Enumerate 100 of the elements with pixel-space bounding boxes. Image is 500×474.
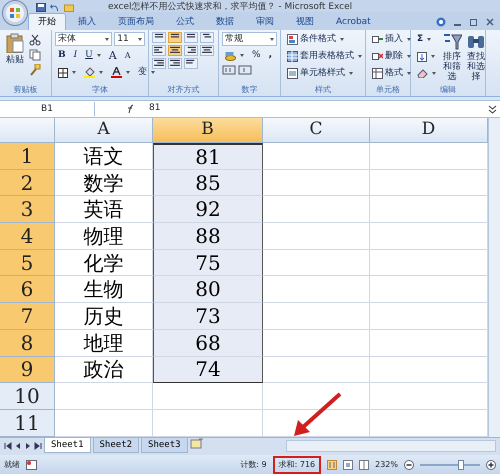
group-label: 剪贴板 <box>12 84 38 96</box>
font-size-field[interactable]: 11 <box>114 32 145 46</box>
style-command[interactable]: 条件格式 <box>284 32 362 47</box>
zoom-level: 232% <box>375 458 398 470</box>
font-name-field[interactable]: 宋体 <box>55 32 112 46</box>
row-header[interactable]: 1 <box>0 143 55 170</box>
zoom-out-icon[interactable] <box>404 460 414 470</box>
column-header[interactable]: B <box>153 118 263 143</box>
sheet-tab[interactable]: Sheet3 <box>141 438 188 453</box>
expand-icon[interactable] <box>488 104 497 114</box>
row-header[interactable]: 8 <box>0 330 55 356</box>
coins-icon <box>225 50 236 60</box>
column-header[interactable]: A <box>55 118 153 143</box>
vertical-scrollbar[interactable] <box>488 118 500 437</box>
increase-indent-icon[interactable] <box>168 58 182 69</box>
undo-icon[interactable] <box>50 3 60 12</box>
underline-button[interactable]: U <box>82 48 104 63</box>
table-cell: 75 <box>153 250 263 276</box>
row-header[interactable]: 2 <box>0 170 55 196</box>
eraser-icon <box>417 69 428 78</box>
letter-a-icon <box>111 67 122 78</box>
align-right-icon[interactable] <box>184 45 198 56</box>
last-sheet-icon[interactable] <box>34 442 42 450</box>
table-cell: 85 <box>153 170 263 196</box>
copy-icon[interactable] <box>29 49 41 61</box>
row-header[interactable]: 3 <box>0 196 55 224</box>
italic-button[interactable]: I <box>70 48 80 63</box>
wrap-text-icon[interactable] <box>184 58 198 69</box>
editing-command[interactable]: 排序和筛选 <box>441 32 463 78</box>
bold-button[interactable]: B <box>55 48 69 63</box>
table-cell: 88 <box>153 223 263 250</box>
paste-button[interactable]: 粘贴 <box>3 32 27 78</box>
row-header[interactable]: 7 <box>0 303 55 330</box>
align-left-icon[interactable] <box>152 45 166 56</box>
table-cell: 80 <box>153 276 263 304</box>
decrease-indent-icon[interactable] <box>152 58 166 69</box>
percent-button[interactable]: % <box>249 48 264 63</box>
grid-icon <box>58 68 68 78</box>
page-layout-icon[interactable] <box>343 460 354 470</box>
grow-font-button[interactable]: A <box>106 48 120 63</box>
macro-record-icon[interactable] <box>26 460 37 470</box>
number-format-field[interactable]: 常规 <box>222 32 277 46</box>
row-header[interactable]: 9 <box>0 356 55 384</box>
align-middle-icon[interactable] <box>168 32 182 43</box>
comma-button[interactable]: , <box>266 48 275 63</box>
insert-sheet-icon[interactable] <box>190 438 204 450</box>
close-icon[interactable] <box>486 18 494 26</box>
row-header[interactable]: 4 <box>0 223 55 250</box>
autosum-button[interactable]: Σ <box>414 32 439 47</box>
slider-thumb[interactable] <box>458 460 464 470</box>
align-center-icon[interactable] <box>168 45 182 56</box>
page-break-icon[interactable] <box>359 460 370 470</box>
status-count: 计数: 9 <box>240 458 267 470</box>
ribbon-tab[interactable]: 审阅 <box>246 13 284 30</box>
align-bottom-icon[interactable] <box>184 32 198 43</box>
row-header[interactable]: 6 <box>0 276 55 304</box>
table-cell: 68 <box>153 330 263 356</box>
style-command[interactable]: 单元格样式 <box>284 66 362 81</box>
row-header[interactable]: 5 <box>0 250 55 276</box>
ribbon-tab[interactable]: 数据 <box>206 13 244 30</box>
normal-view-icon[interactable] <box>327 460 338 470</box>
ribbon-tab[interactable]: 插入 <box>68 13 106 30</box>
scissors-icon[interactable] <box>29 34 41 46</box>
name-box[interactable]: B1 <box>0 102 95 116</box>
window-title: excel怎样不用公式快速求和，求平均值？ - Microsoft Excel <box>108 2 352 12</box>
row-header[interactable]: 10 <box>0 383 55 410</box>
sheet-tab[interactable]: Sheet2 <box>92 438 140 453</box>
increase-decimal-icon[interactable] <box>222 65 236 75</box>
style-command[interactable]: 套用表格格式 <box>284 49 362 64</box>
editing-command[interactable]: 查找和选择 <box>465 32 487 78</box>
help-icon[interactable] <box>436 17 446 27</box>
table-cell: 81 <box>153 143 263 170</box>
ribbon-tab[interactable]: 开始 <box>28 13 66 30</box>
ribbon-tab[interactable]: Acrobat <box>326 13 381 30</box>
formula-field[interactable]: 81 <box>141 102 160 116</box>
table-cell: 74 <box>153 356 263 384</box>
column-header[interactable]: D <box>370 118 488 143</box>
restore-icon[interactable] <box>470 18 478 26</box>
column-header[interactable]: C <box>263 118 370 143</box>
zoom-in-icon[interactable] <box>486 460 496 470</box>
save-icon[interactable] <box>36 3 46 12</box>
horizontal-scrollbar[interactable] <box>286 440 496 452</box>
paint-bucket-icon <box>84 67 95 78</box>
previous-sheet-icon[interactable] <box>14 442 22 450</box>
ribbon-tab[interactable]: 视图 <box>286 13 324 30</box>
merge-icon[interactable] <box>200 45 214 56</box>
table-cell: 92 <box>153 196 263 224</box>
row-header[interactable]: 11 <box>0 410 55 437</box>
next-sheet-icon[interactable] <box>24 442 32 450</box>
brush-icon[interactable] <box>29 64 41 76</box>
ribbon-tab[interactable]: 公式 <box>166 13 204 30</box>
sheet-tab[interactable]: Sheet1 <box>44 438 91 453</box>
first-sheet-icon[interactable] <box>4 442 12 450</box>
group-label: 编辑 <box>439 84 457 96</box>
shrink-font-button[interactable]: A <box>122 48 134 63</box>
align-top-icon[interactable] <box>152 32 166 43</box>
decrease-decimal-icon[interactable] <box>238 65 252 75</box>
text-direction-icon[interactable] <box>200 32 214 43</box>
group-label: 对齐方式 <box>166 84 200 96</box>
ribbon-tab[interactable]: 页面布局 <box>108 13 164 30</box>
